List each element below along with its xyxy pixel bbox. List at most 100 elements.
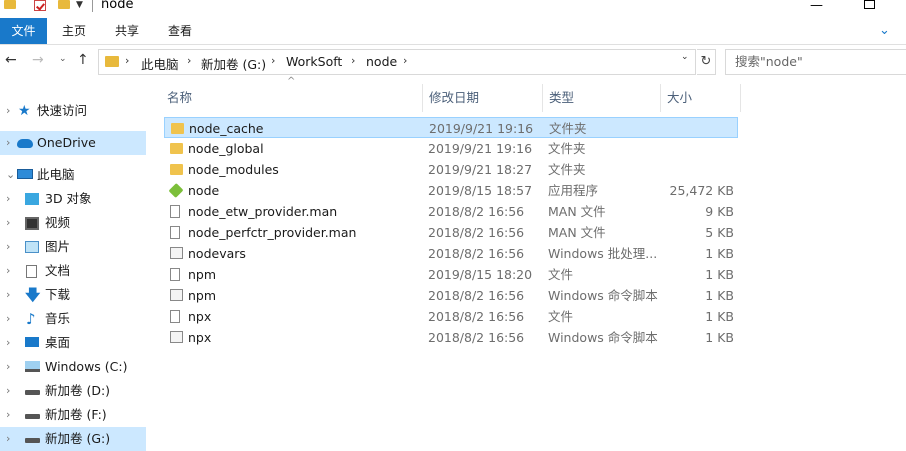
file-row[interactable]: node_perfctr_provider.man 2018/8/2 16:56… [164,222,738,243]
folder-icon[interactable] [4,0,16,9]
file-icon [170,310,180,323]
file-row[interactable]: node_modules 2019/9/21 18:27 文件夹 [164,159,738,180]
search-input[interactable]: 搜索"node" [725,49,906,75]
expand-chevron-icon[interactable]: › [6,99,10,123]
maximize-button[interactable] [864,0,875,9]
downloads-icon: 🡇 [25,286,41,304]
expand-chevron-icon[interactable]: › [6,187,10,211]
file-row[interactable]: node 2019/8/15 18:57 应用程序 25,472 KB [164,180,738,201]
nav-item-drive-g[interactable]: › 新加卷 (G:) [0,427,146,451]
file-row[interactable]: npx 2018/8/2 16:56 文件 1 KB [164,306,738,327]
chevron-right-icon[interactable]: › [125,54,129,67]
star-icon: ★ [18,103,31,119]
file-name: npx [188,330,212,345]
properties-check-icon[interactable] [34,0,46,11]
file-row[interactable]: npm 2019/8/15 18:20 文件 1 KB [164,264,738,285]
file-type: MAN 文件 [548,204,606,219]
chevron-right-icon[interactable]: › [351,54,355,67]
address-bar[interactable]: › 此电脑 › 新加卷 (G:) › WorkSoft › node › [98,49,696,75]
expand-chevron-icon[interactable]: ⌄ [6,163,15,187]
tab-view[interactable]: 查看 [157,18,203,44]
desktop-icon [25,337,39,347]
nav-item-label: 3D 对象 [45,191,92,206]
nav-item-music[interactable]: › ♪ 音乐 [0,307,146,331]
chevron-right-icon[interactable]: › [403,54,407,67]
nav-item-3d-objects[interactable]: › 3D 对象 [0,187,146,211]
folder-icon [105,56,119,67]
breadcrumb-drive-g[interactable]: 新加卷 (G:) [201,54,266,73]
breadcrumb-worksoft[interactable]: WorkSoft [286,54,342,69]
nav-item-onedrive[interactable]: › OneDrive [0,131,146,155]
expand-chevron-icon[interactable]: › [6,307,10,331]
back-arrow-icon[interactable]: ← [5,52,17,68]
file-date: 2018/8/2 16:56 [428,330,525,345]
file-name: npx [188,309,212,324]
expand-chevron-icon[interactable]: › [6,283,10,307]
tab-home[interactable]: 主页 [51,18,97,44]
expand-chevron-icon[interactable]: › [6,211,10,235]
address-dropdown-icon[interactable]: ⌄ [681,52,689,62]
tab-share[interactable]: 共享 [104,18,150,44]
up-arrow-icon[interactable]: ↑ [77,52,89,68]
expand-chevron-icon[interactable]: › [6,403,10,427]
chevron-right-icon[interactable]: › [187,54,191,67]
nav-item-label: 图片 [45,239,71,254]
navigation-pane: › ★ 快速访问 › OneDrive ⌄ 此电脑 › 3D 对象 › 视频 ›… [0,78,148,451]
file-name: node_etw_provider.man [188,204,338,219]
expand-chevron-icon[interactable]: › [6,259,10,283]
recent-locations-chevron-icon[interactable]: ⌄ [59,54,67,64]
nav-item-videos[interactable]: › 视频 [0,211,146,235]
nav-item-downloads[interactable]: › 🡇 下载 [0,283,146,307]
customize-dropdown-icon[interactable]: ▼ [76,0,83,10]
nav-item-drive-d[interactable]: › 新加卷 (D:) [0,379,146,403]
nav-item-label: 此电脑 [37,167,75,182]
file-type: MAN 文件 [548,225,606,240]
expand-chevron-icon[interactable]: › [6,331,10,355]
file-date: 2018/8/2 16:56 [428,246,525,261]
nav-item-desktop[interactable]: › 桌面 [0,331,146,355]
file-row[interactable]: node_global 2019/9/21 19:16 文件夹 [164,138,738,159]
file-type: 应用程序 [548,183,599,198]
expand-ribbon-icon[interactable]: ⌄ [879,23,890,38]
file-size: 5 KB [705,225,734,240]
batch-file-icon [170,289,183,301]
column-header-size[interactable]: 大小 [661,84,741,112]
expand-chevron-icon[interactable]: › [6,427,10,451]
file-row[interactable]: npx 2018/8/2 16:56 Windows 命令脚本 1 KB [164,327,738,348]
documents-icon [26,265,37,278]
expand-chevron-icon[interactable]: › [6,131,10,155]
minimize-button[interactable]: — [810,0,823,13]
title-bar: ▼ node — [0,0,906,18]
nav-item-drive-f[interactable]: › 新加卷 (F:) [0,403,146,427]
new-folder-icon[interactable] [58,0,70,9]
nav-item-pictures[interactable]: › 图片 [0,235,146,259]
column-header-type[interactable]: 类型 [543,84,661,112]
file-row[interactable]: nodevars 2018/8/2 16:56 Windows 批处理... 1… [164,243,738,264]
nav-item-label: 音乐 [45,311,71,326]
column-header-name[interactable]: 名称 [161,84,423,112]
nodejs-icon [168,182,184,199]
video-icon [25,217,39,230]
file-row[interactable]: node_etw_provider.man 2018/8/2 16:56 MAN… [164,201,738,222]
chevron-right-icon[interactable]: › [271,54,275,67]
nav-item-label: 视频 [45,215,71,230]
expand-chevron-icon[interactable]: › [6,379,10,403]
file-name: node_perfctr_provider.man [188,225,357,240]
forward-arrow-icon[interactable]: → [32,52,44,68]
file-row[interactable]: npm 2018/8/2 16:56 Windows 命令脚本 1 KB [164,285,738,306]
breadcrumb-node[interactable]: node [366,54,397,69]
expand-chevron-icon[interactable]: › [6,235,10,259]
nav-item-this-pc[interactable]: ⌄ 此电脑 [0,163,146,187]
file-name: node_global [188,141,264,156]
nav-item-drive-c[interactable]: › Windows (C:) [0,355,146,379]
expand-chevron-icon[interactable]: › [6,355,10,379]
file-row[interactable]: node_cache 2019/9/21 19:16 文件夹 [164,117,738,138]
breadcrumb-this-pc[interactable]: 此电脑 [141,54,179,73]
nav-item-documents[interactable]: › 文档 [0,259,146,283]
file-date: 2019/8/15 18:20 [428,267,533,282]
refresh-icon[interactable]: ↻ [697,49,716,75]
file-date: 2019/9/21 19:16 [428,141,533,156]
nav-item-quick-access[interactable]: › ★ 快速访问 [0,99,146,123]
tab-file[interactable]: 文件 [0,18,47,44]
column-header-date[interactable]: 修改日期 [423,84,543,112]
